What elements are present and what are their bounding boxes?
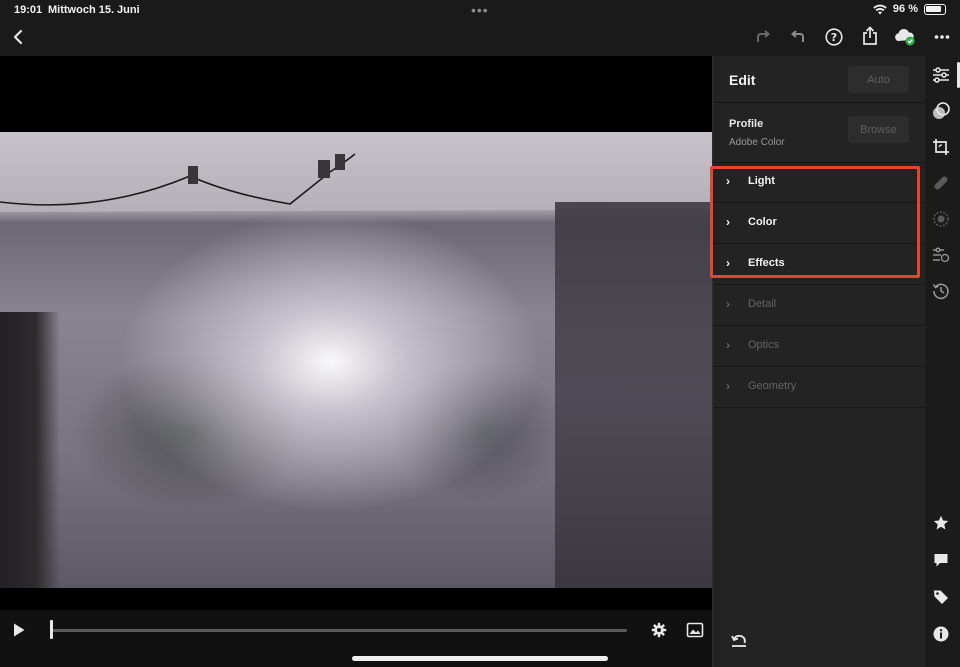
multitasking-dots[interactable]: •••: [471, 2, 489, 18]
help-icon[interactable]: ?: [821, 24, 847, 50]
chevron-right-icon: ›: [726, 297, 730, 311]
top-toolbar: ?: [0, 20, 960, 56]
healing-icon[interactable]: [928, 170, 954, 196]
tool-rail: [925, 56, 960, 667]
left-shadow-area: [0, 312, 60, 588]
profile-value: Adobe Color: [729, 137, 785, 148]
right-wall-area: [555, 202, 712, 588]
gear-icon[interactable]: [646, 617, 672, 643]
status-date: Mittwoch 15. Juni: [48, 4, 140, 16]
status-bar: 19:01 Mittwoch 15. Juni ••• 96 %: [0, 0, 960, 20]
frame-image-icon[interactable]: [682, 617, 708, 643]
adjust-sliders-icon[interactable]: [928, 62, 954, 88]
section-label: Geometry: [748, 380, 797, 392]
highlight-annotation: [710, 166, 920, 278]
info-icon[interactable]: [928, 621, 954, 647]
section-label: Optics: [748, 339, 780, 351]
profile-label: Profile: [729, 118, 764, 130]
comment-icon[interactable]: [928, 547, 954, 573]
star-icon[interactable]: [928, 510, 954, 536]
back-icon[interactable]: [5, 24, 31, 50]
home-indicator[interactable]: [352, 656, 608, 661]
edit-panel-title: Edit: [729, 72, 756, 88]
more-icon[interactable]: [929, 24, 955, 50]
timeline-scrubber[interactable]: [51, 629, 627, 632]
masking-icon[interactable]: [928, 98, 954, 124]
presets-icon[interactable]: [928, 242, 954, 268]
chevron-right-icon: ›: [726, 379, 730, 393]
playhead-handle[interactable]: [50, 620, 53, 639]
section-geometry[interactable]: › Geometry: [713, 367, 926, 408]
tag-icon[interactable]: [928, 584, 954, 610]
section-optics[interactable]: › Optics: [713, 326, 926, 367]
selective-icon[interactable]: [928, 206, 954, 232]
panel-divider: [713, 102, 926, 103]
battery-percent: 96 %: [892, 3, 918, 15]
chevron-right-icon: ›: [726, 338, 730, 352]
redo-icon[interactable]: [750, 24, 776, 50]
cloud-sync-icon[interactable]: [892, 24, 918, 50]
status-right: 96 %: [873, 3, 946, 15]
auto-button[interactable]: Auto: [848, 66, 909, 93]
section-label: Detail: [748, 298, 777, 310]
share-icon[interactable]: [857, 23, 883, 49]
undo-icon[interactable]: [785, 24, 811, 50]
section-detail[interactable]: › Detail: [713, 285, 926, 326]
crop-icon[interactable]: [928, 134, 954, 160]
edit-panel: Edit Auto Profile Adobe Color Browse › L…: [712, 56, 926, 667]
battery-icon: [924, 3, 946, 15]
play-icon[interactable]: [6, 617, 32, 643]
browse-button[interactable]: Browse: [848, 116, 909, 143]
history-icon[interactable]: [928, 278, 954, 304]
hanging-wire: [0, 153, 356, 206]
reset-icon[interactable]: [726, 628, 752, 654]
wifi-icon: [873, 4, 887, 14]
svg-text:?: ?: [831, 31, 837, 44]
status-time: 19:01: [14, 4, 43, 16]
video-frame[interactable]: [0, 132, 712, 588]
